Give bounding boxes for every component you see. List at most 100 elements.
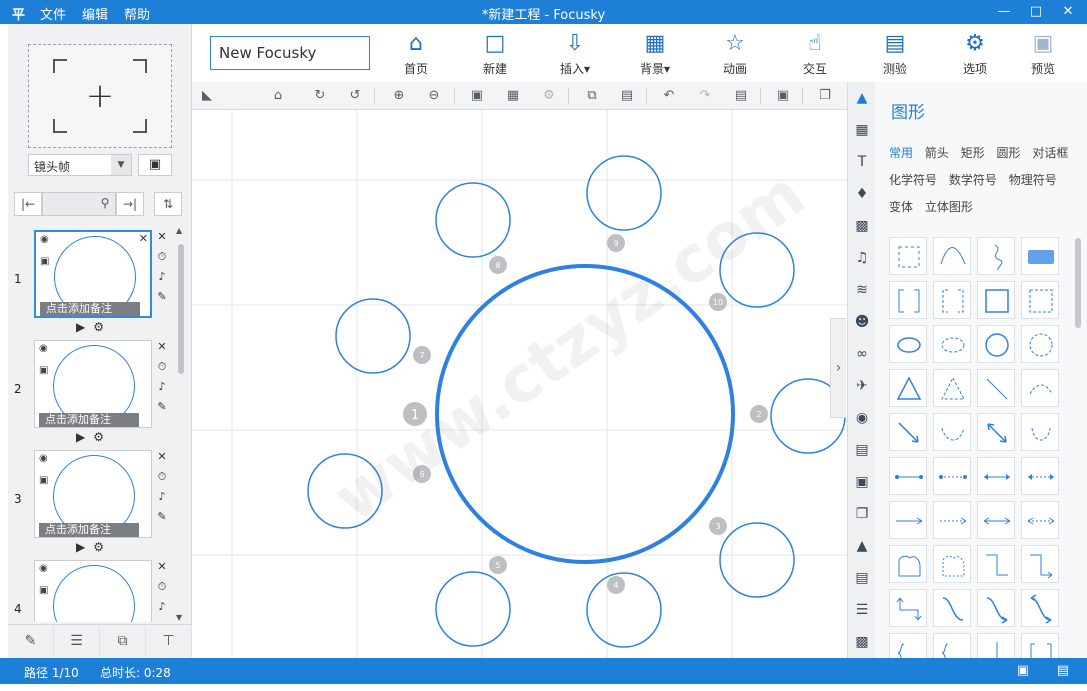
shape-tile[interactable] <box>977 457 1015 495</box>
close-icon[interactable]: ✕ <box>154 340 170 360</box>
eye-icon[interactable]: ◉ <box>39 453 48 464</box>
shape-tile[interactable] <box>933 237 971 275</box>
edit-note-icon[interactable]: ✎ <box>8 625 54 658</box>
slide-item[interactable]: 1 ◉ ▣ ✕ 点击添加备注 ✕ ⏱ ♪ ✎ ▶ ⚙ <box>8 230 178 340</box>
slide-note[interactable]: 点击添加备注 <box>40 302 140 316</box>
gallery-icon[interactable]: ▣ <box>848 466 876 498</box>
shape-tile[interactable] <box>889 501 927 539</box>
category-math[interactable]: 数学符号 <box>949 171 997 188</box>
rotate-right-icon[interactable]: ↻ <box>309 86 331 106</box>
camera-icon[interactable]: ▣ <box>40 256 49 267</box>
video-icon[interactable]: ▩ <box>848 210 876 242</box>
document-icon[interactable]: ▤ <box>848 434 876 466</box>
swap-order-button[interactable]: ⇅ <box>154 192 182 216</box>
menu-file[interactable]: 文件 <box>40 4 66 23</box>
lock-icon[interactable]: ▣ <box>466 86 488 106</box>
category-arrows[interactable]: 箭头 <box>925 144 949 161</box>
settings-button[interactable]: ⚙ 选项 <box>945 30 1005 78</box>
copy-icon[interactable]: ⧉ <box>100 625 146 658</box>
slide-list-scrollbar[interactable]: ▲ ▼ <box>176 224 186 622</box>
play-icon[interactable]: ▶ <box>76 540 85 554</box>
shape-tile[interactable] <box>933 369 971 407</box>
home-button[interactable]: ⌂ 首页 <box>386 30 446 78</box>
shape-tile[interactable] <box>933 501 971 539</box>
category-circles[interactable]: 圆形 <box>997 144 1021 161</box>
menu-edit[interactable]: 编辑 <box>82 4 108 23</box>
new-frame-button[interactable]: □ 新建 <box>465 30 525 78</box>
shape-tile[interactable] <box>1021 237 1059 275</box>
shape-tile[interactable] <box>977 501 1015 539</box>
rotate-left-icon[interactable]: ↺ <box>344 86 366 106</box>
shapes-scrollbar[interactable] <box>1075 232 1081 652</box>
menu-help[interactable]: 帮助 <box>124 4 150 23</box>
redo-icon[interactable]: ↷ <box>694 86 716 106</box>
shape-tile[interactable] <box>1021 457 1059 495</box>
collapse-panel-button[interactable]: › <box>830 318 846 418</box>
shape-tile[interactable] <box>933 457 971 495</box>
microphone-icon[interactable]: ♪ <box>154 600 170 620</box>
text-icon[interactable]: T <box>848 146 876 178</box>
slide-item[interactable]: 3 ◉ ▣ 点击添加备注 ✕ ⏱ ♪ ✎ ▶ ⚙ <box>8 450 178 560</box>
gear-icon[interactable]: ⚙ <box>93 320 104 334</box>
scroll-down-icon[interactable]: ▼ <box>176 613 182 622</box>
ruler-icon[interactable]: ◣ <box>196 86 218 106</box>
undo-icon[interactable]: ↶ <box>658 86 680 106</box>
image-icon[interactable]: ▦ <box>848 114 876 146</box>
shape-tile[interactable] <box>933 281 971 319</box>
slide-thumbnail[interactable]: ◉ ▣ <box>34 560 152 622</box>
project-name-input[interactable]: New Focusky <box>210 36 370 70</box>
shape-tile[interactable] <box>977 589 1015 627</box>
shape-tile[interactable] <box>977 413 1015 451</box>
gear-icon[interactable]: ⚙ <box>93 430 104 444</box>
background-button[interactable]: ▦ 背景▾ <box>625 30 685 78</box>
window-mode-icon[interactable]: ❐ <box>814 86 836 106</box>
play-icon[interactable]: ▶ <box>76 320 85 334</box>
slide-thumbnail[interactable]: ◉ ▣ ✕ 点击添加备注 <box>34 230 152 318</box>
edit-icon[interactable]: ✎ <box>154 620 170 622</box>
shapes-icon[interactable]: ▲ <box>848 82 876 114</box>
tray-icon[interactable]: ▩ <box>848 626 876 658</box>
gear-icon[interactable]: ⚙ <box>93 540 104 554</box>
copy-icon[interactable]: ⧉ <box>581 86 603 106</box>
list-icon[interactable]: ☰ <box>54 625 100 658</box>
slide-item[interactable]: 2 ◉ ▣ 点击添加备注 ✕ ⏱ ♪ ✎ ▶ ⚙ <box>8 340 178 450</box>
first-slide-button[interactable]: |← <box>14 192 42 216</box>
close-icon[interactable]: ✕ <box>154 450 170 470</box>
slide-thumbnail[interactable]: ◉ ▣ 点击添加备注 <box>34 340 152 428</box>
layout-icon[interactable]: ▤ <box>848 562 876 594</box>
shape-tile[interactable] <box>933 545 971 583</box>
maximize-icon[interactable]: □ <box>1027 2 1045 22</box>
scroll-up-icon[interactable]: ▲ <box>176 226 182 235</box>
eye-icon[interactable]: ◉ <box>39 343 48 354</box>
speech-bubble-icon[interactable]: ♦ <box>848 178 876 210</box>
quiz-button[interactable]: ▤ 测验 <box>865 30 925 78</box>
shape-tile[interactable] <box>889 369 927 407</box>
last-slide-button[interactable]: →| <box>116 192 144 216</box>
camera-snapshot-button[interactable]: ▣ <box>138 154 172 176</box>
airplane-icon[interactable]: ✈ <box>848 370 876 402</box>
history-icon[interactable]: ▤ <box>730 86 752 106</box>
shape-tile[interactable] <box>977 325 1015 363</box>
music-icon[interactable]: ♫ <box>848 242 876 274</box>
shape-tile[interactable] <box>889 545 927 583</box>
shape-tile[interactable] <box>1021 281 1059 319</box>
link-icon[interactable]: ∞ <box>848 338 876 370</box>
timer-icon[interactable]: ⏱ <box>154 470 170 490</box>
edit-icon[interactable]: ✎ <box>154 290 170 310</box>
category-3d[interactable]: 立体图形 <box>925 198 973 215</box>
timer-icon[interactable]: ⏱ <box>154 360 170 380</box>
pin-top-icon[interactable]: ⊤ <box>146 625 192 658</box>
shape-tile[interactable] <box>933 589 971 627</box>
camera-icon[interactable]: ▣ <box>39 585 48 596</box>
editing-canvas[interactable]: 1 2 3 4 5 6 7 8 9 10 www.ctzyz.com <box>192 110 847 658</box>
slide-item[interactable]: 4 ◉ ▣ ✕ ⏱ ♪ ✎ <box>8 560 178 622</box>
edit-icon[interactable]: ✎ <box>154 400 170 420</box>
animation-button[interactable]: ☆ 动画 <box>705 30 765 78</box>
category-chemistry[interactable]: 化学符号 <box>889 171 937 188</box>
insert-button[interactable]: ⇩ 插入▾ <box>545 30 605 78</box>
category-variants[interactable]: 变体 <box>889 198 913 215</box>
add-frame-button[interactable]: + <box>28 44 172 148</box>
category-physics[interactable]: 物理符号 <box>1009 171 1057 188</box>
timer-icon[interactable]: ⏱ <box>154 250 170 270</box>
interaction-button[interactable]: ☝ 交互 <box>785 30 845 78</box>
